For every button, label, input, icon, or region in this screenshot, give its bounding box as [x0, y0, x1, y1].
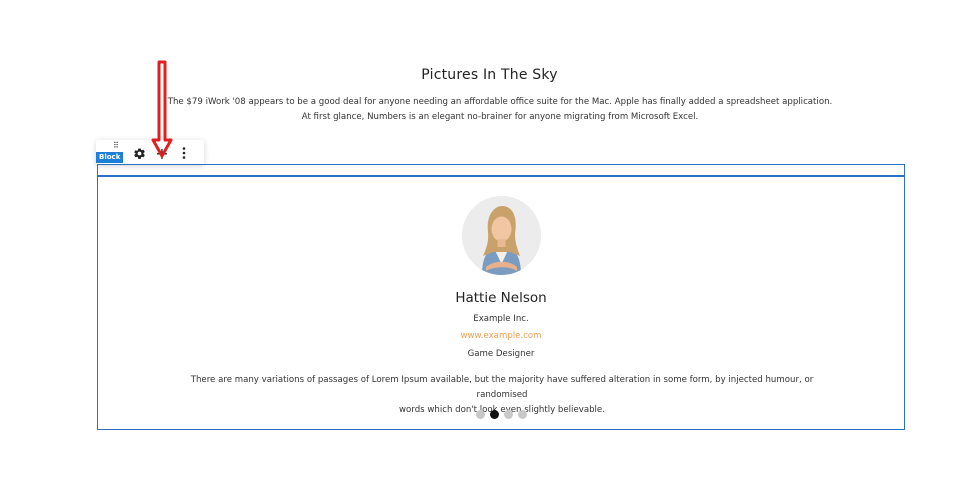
annotation-arrow-icon	[151, 60, 173, 158]
section-title: Pictures In The Sky	[421, 67, 558, 83]
block-top-border	[98, 175, 904, 177]
gear-icon	[133, 147, 145, 159]
more-options-button[interactable]	[175, 144, 193, 162]
testimonial-block[interactable]: Hattie Nelson Example Inc. www.example.c…	[97, 164, 905, 430]
carousel-dot-4[interactable]	[517, 410, 527, 419]
description-line-2: At first glance, Numbers is an elegant n…	[301, 112, 699, 122]
section-description: The $79 iWork '08 appears to be a good d…	[150, 95, 850, 125]
quote-line-1: There are many variations of passages of…	[190, 375, 814, 400]
kebab-icon	[182, 147, 186, 159]
drag-handle-icon[interactable]: ⠿	[113, 142, 119, 150]
settings-button[interactable]	[130, 144, 148, 162]
testimonial-name: Hattie Nelson	[455, 290, 547, 306]
carousel-pagination	[98, 410, 904, 419]
avatar	[462, 196, 541, 275]
carousel-dot-1[interactable]	[475, 410, 485, 419]
carousel-dot-3[interactable]	[503, 410, 513, 419]
testimonial-company: Example Inc.	[473, 314, 529, 324]
block-badge[interactable]: Block	[96, 152, 124, 163]
testimonial-website-link[interactable]: www.example.com	[98, 331, 904, 341]
description-line-1: The $79 iWork '08 appears to be a good d…	[167, 97, 833, 107]
carousel-dot-2[interactable]	[489, 410, 499, 419]
testimonial-role: Game Designer	[467, 349, 535, 359]
